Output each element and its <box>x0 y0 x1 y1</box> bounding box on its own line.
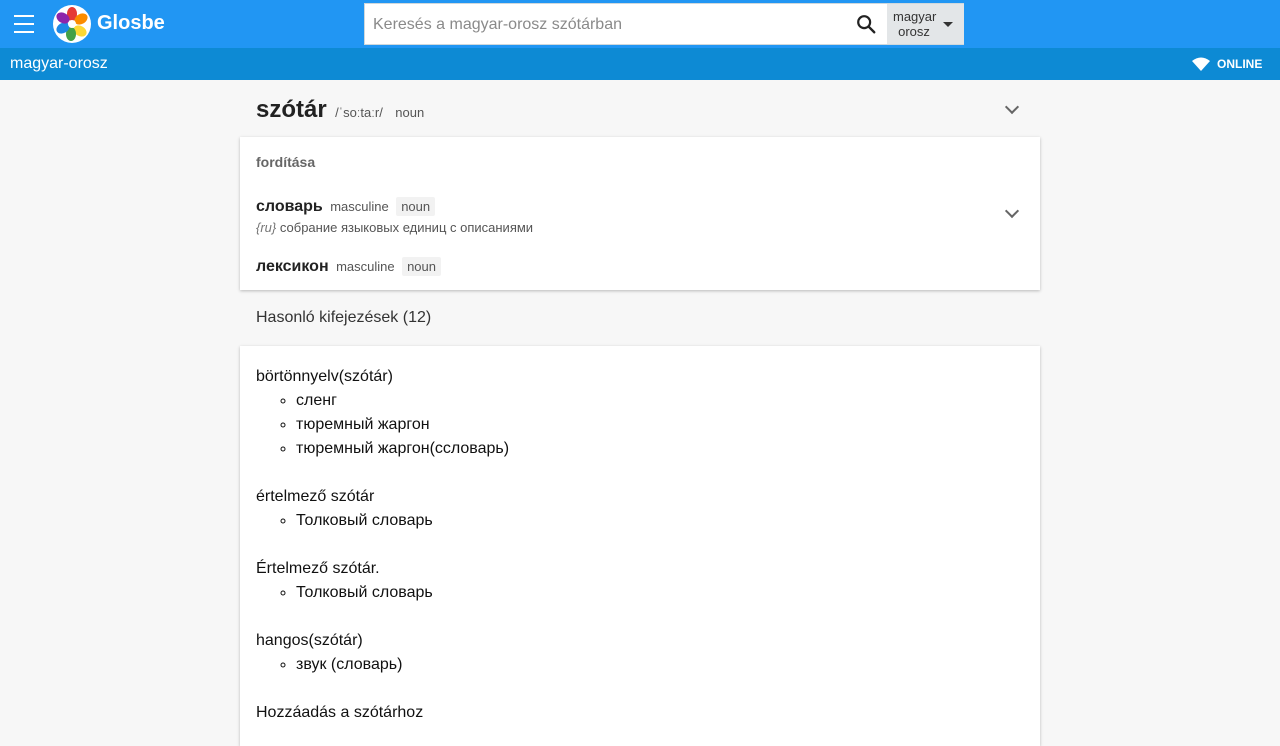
language-pair-link[interactable]: magyar-orosz <box>10 55 108 73</box>
translations-card: fordítása словарь masculine noun {ru} со… <box>240 137 1040 290</box>
headword: szótár <box>256 96 327 123</box>
definition-text: собрание языковых единиц с описаниями <box>279 220 534 235</box>
phrase-translation[interactable]: Толковый словарь <box>296 509 433 533</box>
similar-phrases-card: börtönnyelv(szótár) сленг тюремный жарго… <box>240 346 1040 746</box>
phrase-translation[interactable]: звук (словарь) <box>296 653 402 677</box>
phrase-translation[interactable]: тюремный жаргон <box>296 413 509 437</box>
entry-header: szótár /ˈsoːtaːr/ noun <box>256 96 424 124</box>
search-bar: magyar orosz <box>364 3 964 46</box>
pronunciation: /ˈsoːtaːr/ <box>335 105 383 120</box>
source-language-label: magyar <box>893 9 937 24</box>
phrase-translations: сленг тюремный жаргон тюремный жаргон(сс… <box>256 389 509 461</box>
phrase-group: hangos(szótár) звук (словарь) <box>256 629 402 677</box>
top-app-bar: Glosbe magyar orosz <box>0 0 1280 48</box>
phrase-group: értelmező szótár Толковый словарь <box>256 485 433 533</box>
online-status: ONLINE <box>1217 57 1263 71</box>
brand-name[interactable]: Glosbe <box>97 12 165 35</box>
phrase-group: Értelmező szótár. Толковый словарь <box>256 557 433 605</box>
wifi-icon <box>1192 57 1210 71</box>
translation-word: лексикон <box>256 258 329 275</box>
phrase-translations: Толковый словарь <box>256 509 433 533</box>
caret-down-icon <box>943 22 953 27</box>
phrase-title[interactable]: hangos(szótár) <box>256 629 402 653</box>
translations-title: fordítása <box>256 154 316 170</box>
phrase-translation[interactable]: сленг <box>296 389 509 413</box>
phrase-group: Hozzáadás a szótárhoz <box>256 701 423 725</box>
phrase-translations: звук (словарь) <box>256 653 402 677</box>
gender-tag: masculine <box>330 199 389 214</box>
translation-item[interactable]: лексикон masculine noun <box>256 257 441 276</box>
search-input[interactable] <box>371 4 855 46</box>
phrase-title[interactable]: értelmező szótár <box>256 485 433 509</box>
language-pair-dropdown[interactable]: magyar orosz <box>887 4 964 44</box>
phrase-title[interactable]: börtönnyelv(szótár) <box>256 365 509 389</box>
definition-language: {ru} <box>256 220 277 235</box>
menu-icon[interactable] <box>14 14 34 34</box>
search-icon[interactable] <box>855 13 877 35</box>
phrase-title[interactable]: Hozzáadás a szótárhoz <box>256 701 423 725</box>
translation-word: словарь <box>256 198 323 215</box>
glosbe-logo-icon[interactable] <box>53 5 91 43</box>
phrase-title[interactable]: Értelmező szótár. <box>256 557 433 581</box>
phrase-group: börtönnyelv(szótár) сленг тюремный жарго… <box>256 365 509 461</box>
phrase-translation[interactable]: тюремный жаргон(ссловарь) <box>296 437 509 461</box>
pos-tag: noun <box>396 197 436 216</box>
pos-tag: noun <box>402 257 441 276</box>
expand-entry-chevron-icon[interactable] <box>1004 99 1020 115</box>
language-pair-bar: magyar-orosz ONLINE <box>0 48 1280 80</box>
phrase-translation[interactable]: Толковый словарь <box>296 581 433 605</box>
part-of-speech: noun <box>395 105 425 120</box>
similar-phrases-title: Hasonló kifejezések (12) <box>256 309 432 326</box>
target-language-label: orosz <box>898 24 930 39</box>
translation-item[interactable]: словарь masculine noun <box>256 197 436 216</box>
translation-definition: {ru} собрание языковых единиц с описания… <box>256 220 533 235</box>
gender-tag: masculine <box>336 259 395 274</box>
phrase-translations: Толковый словарь <box>256 581 433 605</box>
expand-translation-chevron-icon[interactable] <box>1004 203 1020 219</box>
